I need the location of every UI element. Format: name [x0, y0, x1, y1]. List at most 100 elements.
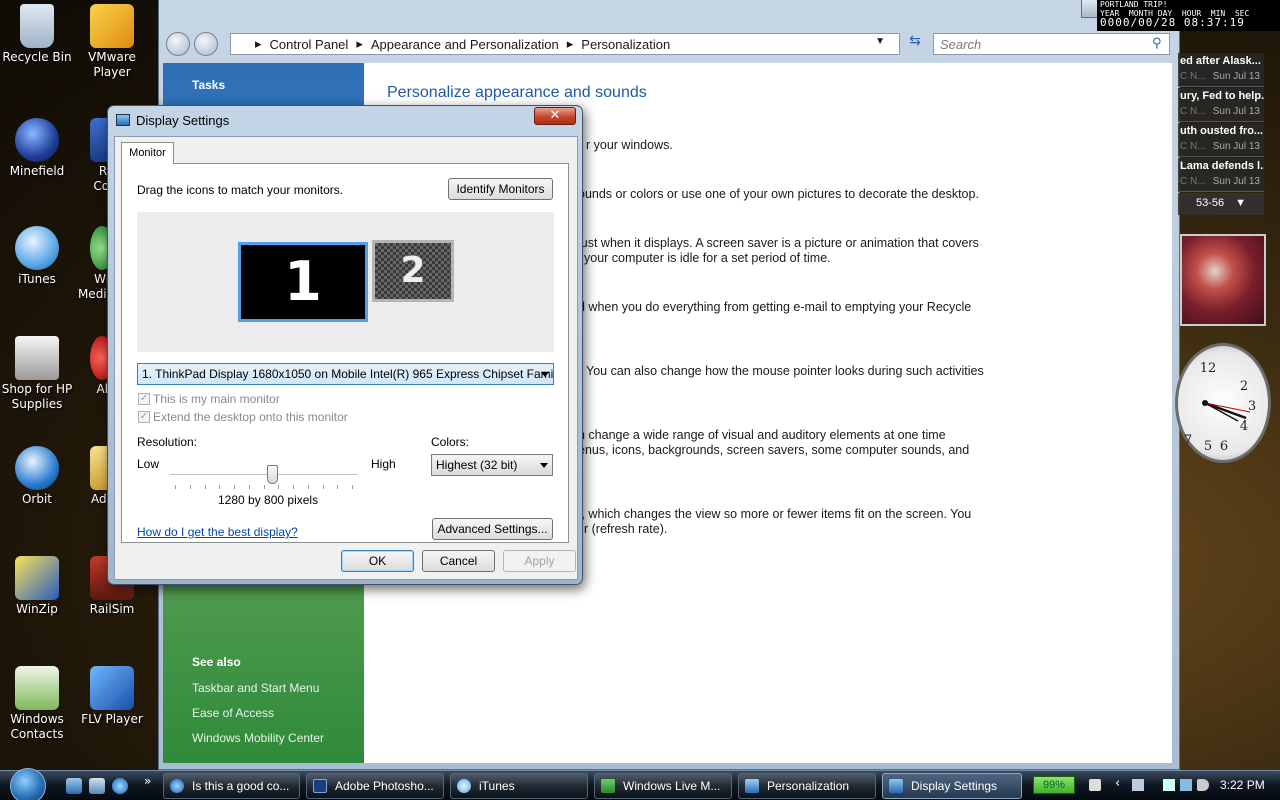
extend-desktop-checkbox[interactable]: ✓ [138, 411, 150, 423]
ok-button[interactable]: OK [341, 550, 414, 572]
monitor-select-value: 1. ThinkPad Display 1680x1050 on Mobile … [142, 367, 554, 381]
main-monitor-checkbox[interactable]: ✓ [138, 393, 150, 405]
desktop-icon-orbit[interactable]: Orbit [1, 446, 73, 507]
desktop-icon-windows-contacts[interactable]: Windows Contacts [1, 666, 73, 742]
advanced-settings-button[interactable]: Advanced Settings... [432, 518, 553, 540]
breadcrumb-personalization[interactable]: Personalization [581, 37, 670, 52]
taskbar-button-label: Adobe Photosho... [335, 779, 434, 793]
forward-button[interactable] [194, 32, 218, 56]
resolution-label: Resolution: [137, 435, 198, 449]
breadcrumb-sep-icon: ▸ [255, 36, 262, 51]
identify-monitors-button[interactable]: Identify Monitors [448, 178, 553, 200]
desktop-icon-vmware-player[interactable]: VMware Player [76, 4, 148, 80]
news-item[interactable]: ury, Fed to help... C N... Sun Jul 13 [1178, 88, 1264, 122]
countdown-widget: PORTLAND TRIP! YEAR MONTH DAY HOUR MIN S… [1097, 0, 1280, 31]
vmware-icon [90, 4, 134, 48]
desktop-icon-itunes[interactable]: iTunes [1, 226, 73, 287]
monitor-tab-panel: Drag the icons to match your monitors. I… [121, 163, 569, 543]
news-item[interactable]: Lama defends l... C N... Sun Jul 13 [1178, 158, 1264, 192]
taskbar-button-personalization[interactable]: Personalization [738, 773, 876, 799]
desktop-icon-label: WinZip [16, 602, 58, 616]
minefield-icon [15, 118, 59, 162]
device-icon[interactable] [1163, 779, 1175, 791]
dialog-title: Display Settings [136, 113, 230, 128]
taskbar-clock[interactable]: 3:22 PM [1220, 778, 1265, 792]
close-button[interactable]: ✕ [534, 107, 576, 125]
network-icon[interactable] [1132, 779, 1144, 791]
start-button[interactable] [10, 768, 46, 800]
content-text: n change a wide range of visual and audi… [578, 428, 946, 442]
help-link[interactable]: How do I get the best display? [137, 525, 298, 539]
slider-tick [264, 485, 265, 489]
colors-select[interactable]: Highest (32 bit) [431, 454, 553, 476]
nav-buttons [166, 30, 226, 58]
news-title: ed after Alask... [1180, 55, 1261, 67]
apply-button[interactable]: Apply [503, 550, 576, 572]
tab-monitor[interactable]: Monitor [121, 142, 174, 164]
chevron-down-icon[interactable]: ▼ [1235, 197, 1246, 209]
desktop-icon-winzip[interactable]: WinZip [1, 556, 73, 617]
display-icon [116, 114, 130, 126]
slideshow-photo[interactable] [1180, 234, 1266, 326]
desktop-icon-label: Shop for HP Supplies [1, 382, 73, 411]
resolution-slider[interactable] [170, 464, 357, 489]
taskbar-button-photoshop[interactable]: Adobe Photosho... [306, 773, 444, 799]
taskbar-button-browser[interactable]: Is this a good co... [163, 773, 300, 799]
monitor-2[interactable]: 2 [372, 240, 454, 302]
news-title: ury, Fed to help... [1180, 90, 1264, 102]
desktop-icon-label: Minefield [9, 164, 65, 178]
slider-tick [249, 485, 250, 489]
back-button[interactable] [166, 32, 190, 56]
colors-label: Colors: [431, 435, 470, 449]
taskbar-button-itunes[interactable]: iTunes [450, 773, 588, 799]
battery-meter[interactable]: 99% [1033, 776, 1075, 794]
show-desktop-icon[interactable] [66, 778, 82, 794]
chevron-left-icon[interactable]: ‹ [1115, 776, 1120, 791]
news-item[interactable]: ed after Alask... C N... Sun Jul 13 [1178, 53, 1264, 87]
desktop-icon-flv-player[interactable]: FLV Player [76, 666, 148, 727]
news-item[interactable]: uth ousted fro... C N... Sun Jul 13 [1178, 123, 1264, 157]
taskbar-button-windows-live[interactable]: Windows Live M... [594, 773, 732, 799]
volume-icon[interactable] [1197, 779, 1209, 791]
content-text: your computer is idle for a set period o… [584, 251, 831, 265]
chevron-down-icon[interactable]: ▼ [875, 36, 885, 47]
link-taskbar-start-menu[interactable]: Taskbar and Start Menu [192, 681, 319, 695]
news-pager[interactable]: 53-56 ▼ [1178, 193, 1264, 215]
link-mobility-center[interactable]: Windows Mobility Center [192, 731, 324, 745]
desktop-icon-recycle-bin[interactable]: Recycle Bin [1, 4, 73, 65]
taskbar-button-display-settings[interactable]: Display Settings [882, 773, 1022, 799]
desktop-icon-shop-for-hp-supplies[interactable]: Shop for HP Supplies [1, 336, 73, 412]
search-input[interactable]: Search [933, 33, 1170, 55]
network-status-icon[interactable] [1180, 779, 1192, 791]
svg-text:12: 12 [1200, 361, 1217, 376]
address-bar[interactable]: ▸ Control Panel ▸ Appearance and Persona… [230, 33, 900, 55]
slider-thumb[interactable] [267, 465, 278, 484]
switch-windows-icon[interactable] [89, 778, 105, 794]
orbit-icon [15, 446, 59, 490]
cancel-button[interactable]: Cancel [422, 550, 495, 572]
news-title: Lama defends l... [1180, 160, 1264, 172]
monitor-select[interactable]: 1. ThinkPad Display 1680x1050 on Mobile … [137, 363, 554, 385]
taskbar-button-label: Windows Live M... [623, 779, 721, 793]
countdown-digits: 0000/00/28 08:37:19 [1100, 16, 1245, 29]
resolution-value: 1280 by 800 pixels [218, 493, 319, 507]
breadcrumb-appearance[interactable]: Appearance and Personalization [371, 37, 559, 52]
internet-explorer-icon [170, 779, 184, 793]
chevron-right-icon[interactable]: » [144, 774, 151, 788]
dialog-body: Monitor Drag the icons to match your mon… [114, 136, 578, 580]
svg-text:6: 6 [1220, 439, 1228, 454]
refresh-button[interactable]: ⇆ [904, 33, 926, 55]
photoshop-icon [313, 779, 327, 793]
recycle-bin-icon [20, 4, 54, 48]
taskbar-button-label: iTunes [479, 779, 515, 793]
main-monitor-label: This is my main monitor [153, 392, 280, 406]
taskbar-button-label: Personalization [767, 779, 850, 793]
desktop-icon-minefield[interactable]: Minefield [1, 118, 73, 179]
breadcrumb-control-panel[interactable]: Control Panel [270, 37, 349, 52]
search-icon[interactable]: ⚲ [1152, 36, 1162, 51]
internet-explorer-icon[interactable] [112, 778, 128, 794]
link-ease-of-access[interactable]: Ease of Access [192, 706, 274, 720]
monitor-1[interactable]: 1 [238, 242, 368, 322]
power-plug-icon[interactable] [1089, 779, 1101, 791]
see-also-heading: See also [192, 655, 241, 669]
